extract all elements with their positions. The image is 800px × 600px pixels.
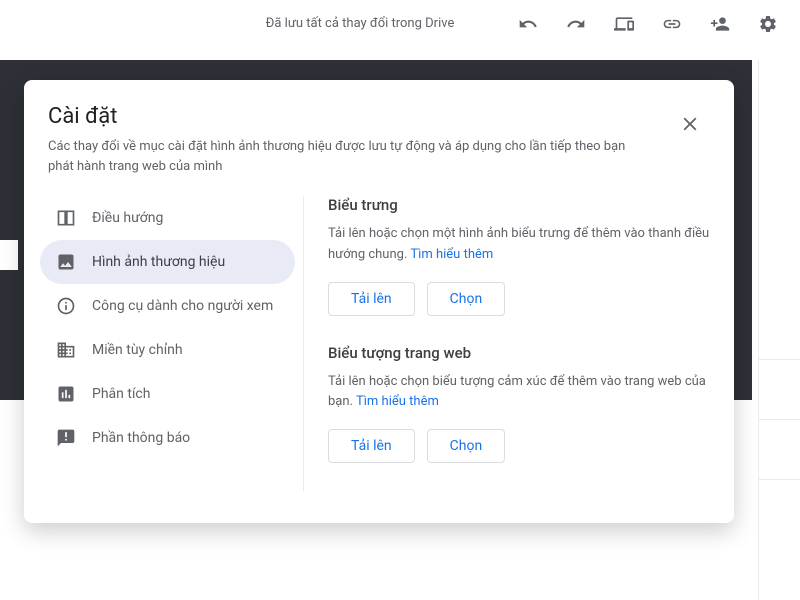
sidebar-item-brand[interactable]: Hình ảnh thương hiệu: [40, 240, 295, 284]
close-icon: [679, 113, 701, 135]
toolbar-actions: [508, 4, 788, 44]
logo-section: Biểu trưng Tải lên hoặc chọn một hình ản…: [328, 196, 710, 316]
devices-icon: [614, 14, 634, 34]
logo-buttons: Tải lên Chọn: [328, 282, 710, 316]
sidebar-item-announcement[interactable]: Phần thông báo: [40, 416, 295, 460]
preview-button[interactable]: [604, 4, 644, 44]
announcement-icon: [56, 428, 76, 448]
navigation-icon: [56, 208, 76, 228]
top-toolbar: Đã lưu tất cả thay đổi trong Drive: [0, 0, 800, 48]
favicon-learn-more-link[interactable]: Tìm hiểu thêm: [356, 394, 439, 409]
sidebar-item-label: Điều hướng: [92, 210, 163, 226]
logo-choose-button[interactable]: Chọn: [427, 282, 506, 316]
redo-button[interactable]: [556, 4, 596, 44]
side-panel-slot-3[interactable]: [759, 420, 800, 480]
modal-body: Điều hướng Hình ảnh thương hiệu Công cụ …: [24, 196, 734, 491]
sidebar-item-label: Phần thông báo: [92, 430, 190, 446]
image-icon: [56, 252, 76, 272]
logo-learn-more-link[interactable]: Tìm hiểu thêm: [410, 247, 493, 262]
modal-title: Cài đặt: [48, 104, 670, 129]
link-button[interactable]: [652, 4, 692, 44]
favicon-desc: Tải lên hoặc chọn biểu tượng cảm xúc để …: [328, 372, 710, 414]
undo-icon: [518, 14, 538, 34]
sidebar-item-label: Phân tích: [92, 386, 150, 402]
redo-icon: [566, 14, 586, 34]
logo-upload-button[interactable]: Tải lên: [328, 282, 415, 316]
sidebar-item-navigation[interactable]: Điều hướng: [40, 196, 295, 240]
logo-desc: Tải lên hoặc chọn một hình ảnh biểu trưn…: [328, 224, 710, 266]
person-add-icon: [710, 14, 730, 34]
settings-button[interactable]: [748, 4, 788, 44]
logo-title: Biểu trưng: [328, 196, 710, 214]
undo-button[interactable]: [508, 4, 548, 44]
favicon-choose-button[interactable]: Chọn: [427, 429, 506, 463]
gear-icon: [758, 14, 778, 34]
favicon-upload-button[interactable]: Tải lên: [328, 429, 415, 463]
close-button[interactable]: [670, 104, 710, 144]
sidebar-item-label: Công cụ dành cho người xem: [92, 298, 273, 314]
sidebar-item-analytics[interactable]: Phân tích: [40, 372, 295, 416]
modal-header: Cài đặt Các thay đổi về mục cài đặt hình…: [24, 104, 734, 176]
link-icon: [662, 14, 682, 34]
sidebar-item-domain[interactable]: Miền tùy chỉnh: [40, 328, 295, 372]
modal-subtitle: Các thay đổi về mục cài đặt hình ảnh thư…: [48, 137, 670, 176]
sidebar-item-label: Hình ảnh thương hiệu: [92, 254, 225, 270]
right-side-panel: [758, 60, 800, 600]
domain-icon: [56, 340, 76, 360]
favicon-title: Biểu tượng trang web: [328, 344, 710, 362]
sidebar-item-viewer-tools[interactable]: Công cụ dành cho người xem: [40, 284, 295, 328]
sidebar-item-label: Miền tùy chỉnh: [92, 342, 183, 358]
share-button[interactable]: [700, 4, 740, 44]
side-panel-slot-2[interactable]: [759, 360, 800, 420]
favicon-section: Biểu tượng trang web Tải lên hoặc chọn b…: [328, 344, 710, 464]
save-status: Đã lưu tất cả thay đổi trong Drive: [212, 16, 508, 31]
settings-modal: Cài đặt Các thay đổi về mục cài đặt hình…: [24, 80, 734, 523]
favicon-buttons: Tải lên Chọn: [328, 429, 710, 463]
side-panel-slot-1[interactable]: [759, 300, 800, 360]
modal-title-wrap: Cài đặt Các thay đổi về mục cài đặt hình…: [48, 104, 670, 176]
settings-content: Biểu trưng Tải lên hoặc chọn một hình ản…: [304, 196, 734, 491]
analytics-icon: [56, 384, 76, 404]
settings-sidebar: Điều hướng Hình ảnh thương hiệu Công cụ …: [24, 196, 304, 491]
info-icon: [56, 296, 76, 316]
